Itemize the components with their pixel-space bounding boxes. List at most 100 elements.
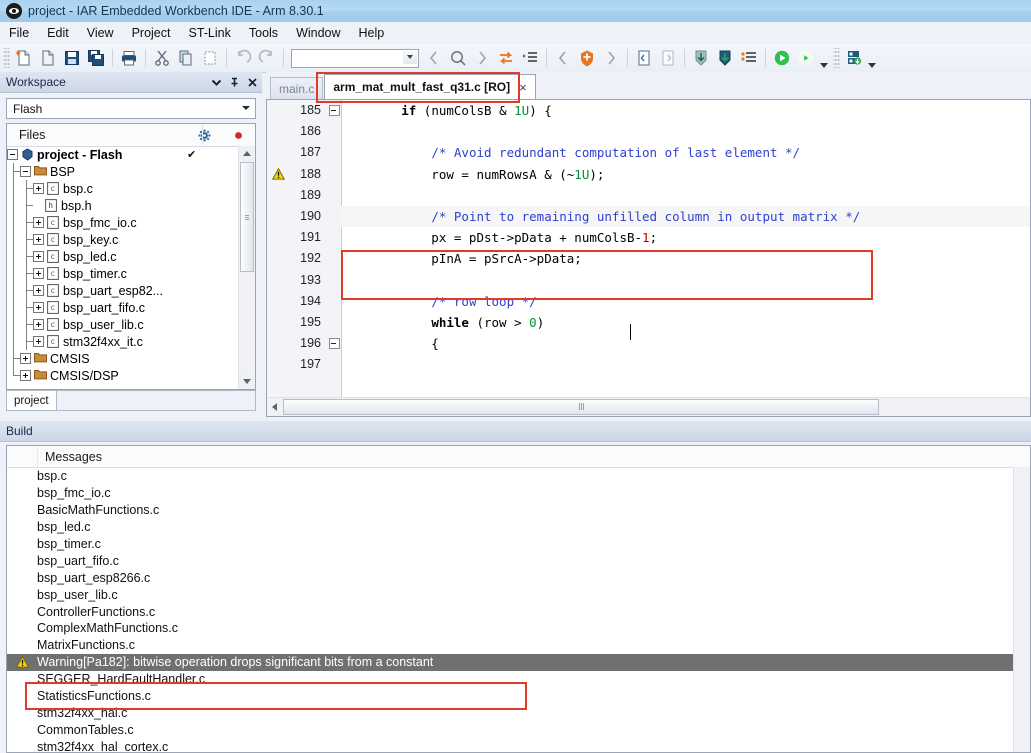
undo-icon[interactable] <box>231 46 255 70</box>
code-line[interactable]: /* row loop */ <box>341 291 1030 312</box>
pin-icon[interactable] <box>226 74 242 90</box>
workspace-dropdown-icon[interactable] <box>866 44 878 72</box>
editor-fold-column[interactable] <box>327 100 342 398</box>
build-message-row[interactable]: bsp_fmc_io.c <box>7 485 1030 502</box>
download-icon[interactable] <box>689 46 713 70</box>
collapse-icon[interactable] <box>7 149 18 160</box>
run-icon[interactable] <box>770 46 794 70</box>
editor-horizontal-scrollbar[interactable] <box>267 397 1030 416</box>
code-line[interactable] <box>341 185 1030 206</box>
code-line[interactable] <box>341 270 1030 291</box>
build-configuration-select[interactable]: Flash <box>6 98 256 119</box>
menu-item-st-link[interactable]: ST-Link <box>179 24 239 42</box>
editor-tab[interactable]: main.c <box>270 77 324 99</box>
editor-tab-active[interactable]: arm_mat_mult_fast_q31.c [RO] × <box>324 74 536 99</box>
build-message-row[interactable]: BasicMathFunctions.c <box>7 502 1030 519</box>
expand-icon[interactable] <box>33 319 44 330</box>
goto-bookmark-icon[interactable] <box>518 46 542 70</box>
navigate-forward-icon[interactable] <box>470 46 494 70</box>
build-message-row[interactable]: ComplexMathFunctions.c <box>7 620 1030 637</box>
build-message-row[interactable]: CommonTables.c <box>7 721 1030 738</box>
code-line[interactable] <box>341 121 1030 142</box>
line-warning-icon[interactable] <box>267 164 289 185</box>
build-message-row[interactable]: bsp_uart_esp8266.c <box>7 569 1030 586</box>
compile-icon[interactable] <box>632 46 656 70</box>
menu-item-file[interactable]: File <box>0 24 38 42</box>
save-icon[interactable] <box>60 46 84 70</box>
make-icon[interactable] <box>575 46 599 70</box>
menu-item-help[interactable]: Help <box>350 24 394 42</box>
workspace-icon[interactable] <box>842 46 866 70</box>
save-all-icon[interactable] <box>84 46 108 70</box>
tree-item[interactable]: c bsp_uart_esp82... <box>7 282 239 299</box>
tree-item[interactable]: CMSIS <box>7 350 239 367</box>
project-tree-scrollbar[interactable] <box>238 146 255 389</box>
code-line[interactable]: if (numColsB & 1U) { <box>341 100 1030 121</box>
run-to-cursor-icon[interactable] <box>794 46 818 70</box>
gear-icon[interactable] <box>187 129 221 142</box>
menu-item-edit[interactable]: Edit <box>38 24 78 42</box>
build-message-row[interactable]: SEGGER_HardFaultHandler.c <box>7 671 1030 688</box>
tree-item[interactable]: c bsp_timer.c <box>7 265 239 282</box>
tree-item[interactable]: h bsp.h <box>7 197 239 214</box>
fold-collapse-icon[interactable] <box>327 333 341 354</box>
redo-icon[interactable] <box>255 46 279 70</box>
menu-item-view[interactable]: View <box>78 24 123 42</box>
code-line[interactable]: pInA = pSrcA->pData; <box>341 248 1030 269</box>
scroll-down-icon[interactable] <box>239 374 255 389</box>
expand-icon[interactable] <box>33 302 44 313</box>
build-message-row[interactable]: StatisticsFunctions.c <box>7 688 1030 705</box>
tree-item[interactable]: c bsp_user_lib.c <box>7 316 239 333</box>
code-line[interactable]: px = pDst->pData + numColsB-1; <box>341 227 1030 248</box>
scroll-left-icon[interactable] <box>267 399 282 415</box>
paste-icon[interactable] <box>198 46 222 70</box>
menu-item-window[interactable]: Window <box>287 24 349 42</box>
expand-icon[interactable] <box>20 353 31 364</box>
fold-collapse-icon[interactable] <box>327 100 341 121</box>
chevron-down-icon[interactable] <box>238 101 253 115</box>
build-message-row[interactable]: MatrixFunctions.c <box>7 637 1030 654</box>
copy-icon[interactable] <box>174 46 198 70</box>
tree-item[interactable]: BSP <box>7 163 239 180</box>
quick-search-input[interactable] <box>291 48 419 68</box>
quick-search-icon[interactable] <box>446 46 470 70</box>
build-message-row[interactable]: stm32f4xx_hal_cortex.c <box>7 738 1030 752</box>
editor-code-area[interactable]: if (numColsB & 1U) { /* Avoid redundant … <box>341 100 1030 398</box>
code-line[interactable]: row = numRowsA & (~1U); <box>341 164 1030 185</box>
download-active-icon[interactable] <box>713 46 737 70</box>
expand-icon[interactable] <box>20 370 31 381</box>
build-message-row[interactable]: bsp_uart_fifo.c <box>7 552 1030 569</box>
scrollbar-thumb[interactable] <box>240 162 254 272</box>
close-tab-icon[interactable]: × <box>519 80 527 95</box>
build-message-row[interactable]: bsp_led.c <box>7 519 1030 536</box>
debug-log-icon[interactable] <box>737 46 761 70</box>
expand-icon[interactable] <box>33 336 44 347</box>
build-message-row[interactable]: bsp_timer.c <box>7 536 1030 553</box>
cut-icon[interactable] <box>150 46 174 70</box>
debug-options-dropdown-icon[interactable] <box>818 44 830 72</box>
tree-item[interactable]: CMSIS/DSP <box>7 367 239 384</box>
tree-item[interactable]: c stm32f4xx_it.c <box>7 333 239 350</box>
toggle-bookmark-icon[interactable] <box>494 46 518 70</box>
build-message-list[interactable]: bsp.c bsp_fmc_io.c BasicMathFunctions.c bsp… <box>7 468 1030 752</box>
new-document-icon[interactable] <box>12 46 36 70</box>
red-dot-icon[interactable] <box>221 131 255 140</box>
expand-icon[interactable] <box>33 217 44 228</box>
toolbar-grip-2[interactable] <box>833 48 840 68</box>
build-message-row[interactable]: bsp_user_lib.c <box>7 586 1030 603</box>
tree-item[interactable]: project - Flash ✔ <box>7 146 239 163</box>
tree-item[interactable]: c bsp_fmc_io.c <box>7 214 239 231</box>
code-line[interactable] <box>341 354 1030 375</box>
code-line[interactable]: /* Avoid redundant computation of last e… <box>341 142 1030 163</box>
expand-icon[interactable] <box>33 251 44 262</box>
build-message-row[interactable]: bsp.c <box>7 468 1030 485</box>
horizontal-scrollbar-thumb[interactable] <box>283 399 879 415</box>
dropdown-menu-icon[interactable] <box>208 74 224 90</box>
menu-item-tools[interactable]: Tools <box>240 24 287 42</box>
tree-item[interactable]: c bsp_led.c <box>7 248 239 265</box>
code-line[interactable]: while (row > 0) <box>341 312 1030 333</box>
workspace-tab-project[interactable]: project <box>7 391 57 410</box>
navigate-back-icon[interactable] <box>422 46 446 70</box>
open-document-icon[interactable] <box>36 46 60 70</box>
menu-item-project[interactable]: Project <box>123 24 180 42</box>
